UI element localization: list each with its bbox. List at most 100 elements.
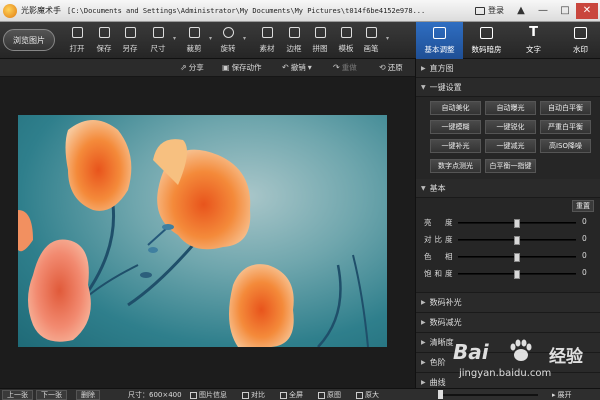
template-button[interactable]: 模板 bbox=[333, 25, 359, 57]
tab-watermark[interactable]: 水印 bbox=[557, 22, 600, 59]
login-label: 登录 bbox=[488, 6, 504, 15]
rotate-icon bbox=[222, 27, 234, 38]
login-icon bbox=[475, 6, 485, 15]
hue-slider[interactable] bbox=[458, 253, 576, 262]
watermark-icon bbox=[574, 27, 587, 39]
brush-dropdown-icon[interactable]: ▾ bbox=[386, 35, 389, 42]
tab-text-label: 文字 bbox=[526, 45, 541, 54]
material-button[interactable]: 素材 bbox=[254, 25, 280, 57]
histogram-label: 直方图 bbox=[429, 63, 454, 73]
contrast-thumb[interactable] bbox=[514, 236, 520, 245]
fit-button[interactable]: 原大 bbox=[356, 390, 379, 400]
save-button[interactable]: 保存 bbox=[91, 25, 117, 57]
image-canvas[interactable] bbox=[0, 77, 415, 388]
undo-label: 撤销 bbox=[290, 63, 306, 72]
brightness-thumb[interactable] bbox=[514, 219, 520, 228]
onekey-sharpen-button[interactable]: 一键锐化 bbox=[485, 120, 536, 134]
delete-button[interactable]: 删除 bbox=[76, 390, 100, 400]
curves-section[interactable]: ▶ 曲线 bbox=[416, 372, 600, 388]
saturation-slider[interactable] bbox=[458, 270, 576, 279]
rotate-button[interactable]: 旋转 ▾ bbox=[215, 25, 246, 57]
original-button[interactable]: 原图 bbox=[318, 390, 341, 400]
onekey-fill-light-button[interactable]: 一键补光 bbox=[430, 139, 481, 153]
contrast-slider[interactable] bbox=[458, 236, 576, 245]
login-button[interactable]: 登录 bbox=[475, 5, 504, 16]
spot-metering-button[interactable]: 数字点测光 bbox=[430, 159, 481, 173]
tab-basic-adjust[interactable]: 基本调整 bbox=[416, 22, 463, 59]
image-size: 尺寸：600×400 bbox=[128, 390, 182, 400]
fit-icon bbox=[356, 391, 363, 399]
save-as-button[interactable]: 另存 bbox=[117, 25, 143, 57]
expand-arrow-icon: ▶ bbox=[421, 379, 426, 386]
contrast-label: 对比度 bbox=[424, 235, 456, 244]
zoom-slider[interactable] bbox=[438, 394, 538, 396]
save-icon bbox=[98, 27, 110, 38]
collage-button[interactable]: 拼图 bbox=[307, 25, 333, 57]
onekey-section-header[interactable]: ▼ 一键设置 bbox=[416, 78, 600, 97]
undo-icon: ↶ bbox=[282, 63, 289, 72]
share-button[interactable]: ⇗ 分享 bbox=[180, 62, 204, 73]
collage-icon bbox=[314, 27, 326, 38]
brightness-slider-row: 亮 度 0 bbox=[416, 214, 600, 231]
close-button[interactable]: ✕ bbox=[576, 2, 598, 19]
brightness-slider[interactable] bbox=[458, 219, 576, 228]
expand-button[interactable]: ▸ 展开 bbox=[552, 390, 572, 400]
expand-arrow-icon: ▶ bbox=[421, 64, 426, 72]
resize-dropdown-icon[interactable]: ▾ bbox=[173, 35, 176, 42]
border-button[interactable]: 边框 bbox=[281, 25, 307, 57]
zoom-thumb[interactable] bbox=[438, 390, 443, 399]
rotate-dropdown-icon[interactable]: ▾ bbox=[243, 35, 246, 42]
prev-button[interactable]: 上一张 bbox=[2, 390, 33, 400]
reset-button[interactable]: 重置 bbox=[572, 200, 594, 212]
basic-section-header[interactable]: ▼ 基本 bbox=[416, 179, 600, 198]
saturation-value: 0 bbox=[582, 268, 587, 277]
image-info-button[interactable]: 图片信息 bbox=[190, 390, 227, 400]
onekey-blur-button[interactable]: 一键模糊 bbox=[430, 120, 481, 134]
tab-text[interactable]: T 文字 bbox=[510, 22, 557, 59]
collage-label: 拼图 bbox=[312, 44, 328, 53]
brush-icon bbox=[365, 27, 377, 38]
tab-digital-darkroom-label: 数码暗房 bbox=[471, 45, 502, 54]
strict-white-balance-button[interactable]: 严重白平衡 bbox=[540, 120, 591, 134]
maximize-button[interactable]: □ bbox=[554, 3, 576, 19]
minimize-button[interactable]: — bbox=[532, 3, 554, 19]
fill-light-section[interactable]: ▶ 数码补光 bbox=[416, 292, 600, 312]
auto-exposure-button[interactable]: 自动曝光 bbox=[485, 101, 536, 115]
clarity-section[interactable]: ▶ 清晰度 bbox=[416, 332, 600, 352]
crop-button[interactable]: 裁剪 ▾ bbox=[181, 25, 212, 57]
auto-white-balance-button[interactable]: 自动白平衡 bbox=[540, 101, 591, 115]
high-iso-denoise-button[interactable]: 高ISO降噪 bbox=[540, 139, 591, 153]
crop-dropdown-icon[interactable]: ▾ bbox=[209, 35, 212, 42]
open-button[interactable]: 打开 bbox=[64, 25, 90, 57]
tab-watermark-label: 水印 bbox=[573, 45, 588, 54]
photo-preview[interactable] bbox=[18, 115, 387, 347]
reduce-light-section[interactable]: ▶ 数码减光 bbox=[416, 312, 600, 332]
compare-button[interactable]: 对比 bbox=[242, 390, 265, 400]
delete-label: 删除 bbox=[76, 390, 100, 400]
redo-button[interactable]: ↷ 重做 bbox=[333, 62, 357, 73]
skin-button[interactable]: ▲ bbox=[510, 3, 532, 19]
undo-button[interactable]: ↶ 撤销 ▾ bbox=[282, 62, 312, 73]
expand-arrow-icon: ▸ bbox=[552, 391, 556, 399]
fullscreen-button[interactable]: 全屏 bbox=[280, 390, 303, 400]
undo-dropdown-icon[interactable]: ▾ bbox=[308, 63, 312, 72]
saturation-thumb[interactable] bbox=[514, 270, 520, 279]
browse-pictures-button[interactable]: 浏览图片 bbox=[3, 29, 55, 51]
resize-button[interactable]: 尺寸 ▾ bbox=[145, 25, 176, 57]
hue-thumb[interactable] bbox=[514, 253, 520, 262]
levels-section[interactable]: ▶ 色阶 bbox=[416, 352, 600, 372]
resize-label: 尺寸 bbox=[150, 44, 166, 53]
brush-button[interactable]: 画笔 ▾ bbox=[358, 25, 389, 57]
next-button[interactable]: 下一张 bbox=[36, 390, 67, 400]
brightness-value: 0 bbox=[582, 217, 587, 226]
save-action-button[interactable]: ▣ 保存动作 bbox=[222, 62, 262, 73]
compare-icon bbox=[242, 391, 249, 399]
tab-digital-darkroom[interactable]: 数码暗房 bbox=[463, 22, 510, 59]
white-balance-finger-button[interactable]: 白平衡一指键 bbox=[485, 159, 536, 173]
auto-beautify-button[interactable]: 自动美化 bbox=[430, 101, 481, 115]
histogram-section-header[interactable]: ▶ 直方图 bbox=[416, 59, 600, 78]
restore-label: 还原 bbox=[387, 63, 403, 72]
fullscreen-label: 全屏 bbox=[289, 391, 303, 399]
restore-button[interactable]: ⟲ 还原 bbox=[379, 62, 403, 73]
onekey-reduce-light-button[interactable]: 一键减光 bbox=[485, 139, 536, 153]
